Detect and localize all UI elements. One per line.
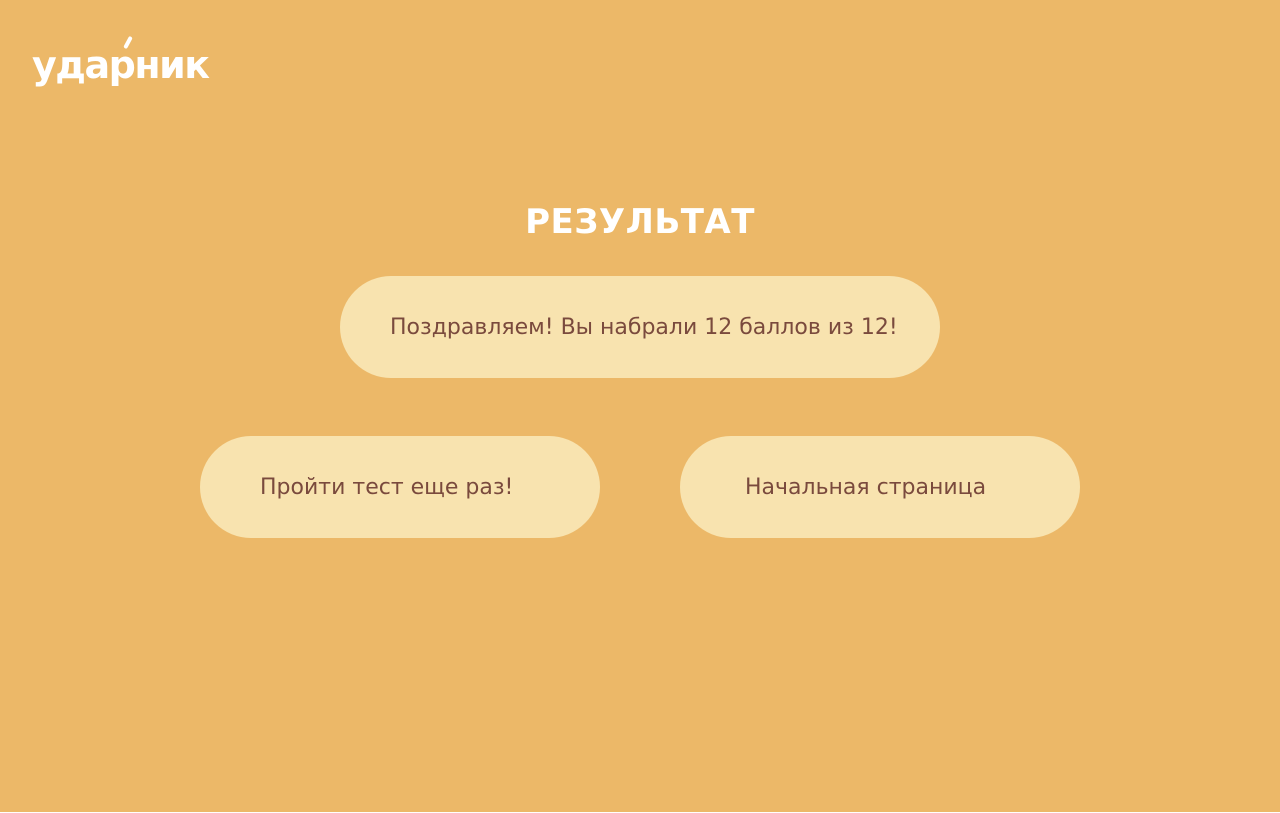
- result-page: уда р ник РЕЗУЛЬТАТ Поздравляем! Вы набрал…: [0, 0, 1280, 812]
- page-title: РЕЗУЛЬТАТ: [525, 202, 755, 242]
- result-message-text: Поздравляем! Вы набрали 12 баллов из 12!: [390, 314, 898, 340]
- home-page-button[interactable]: Начальная страница: [680, 436, 1080, 538]
- home-page-button-label: Начальная страница: [745, 474, 987, 500]
- logo-text-start: уда: [32, 43, 110, 87]
- logo[interactable]: уда р ник: [32, 34, 210, 87]
- retry-test-button[interactable]: Пройти тест еще раз!: [200, 436, 600, 538]
- result-message: Поздравляем! Вы набрали 12 баллов из 12!: [340, 276, 940, 378]
- retry-test-button-label: Пройти тест еще раз!: [260, 474, 514, 500]
- logo-text-end: ник: [134, 43, 210, 87]
- logo-text-accent: р: [108, 43, 136, 87]
